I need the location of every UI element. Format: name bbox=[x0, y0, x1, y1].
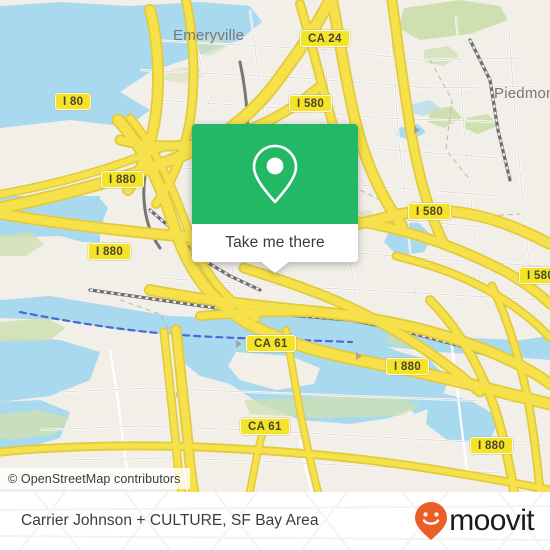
moovit-logo[interactable]: moovit bbox=[414, 501, 535, 541]
moovit-smiley-pin-icon bbox=[415, 502, 448, 540]
highway-shield-ca61-a[interactable]: CA 61 bbox=[246, 335, 296, 352]
popup-header bbox=[192, 124, 358, 224]
place-title: Carrier Johnson + CULTURE, SF Bay Area bbox=[21, 512, 319, 529]
highway-shield-i580-edge[interactable]: I 580 bbox=[519, 267, 550, 284]
map-pin-icon bbox=[252, 144, 298, 204]
osm-attribution-text: © OpenStreetMap contributors bbox=[8, 471, 181, 486]
moovit-wordmark: moovit bbox=[449, 504, 534, 537]
highway-shield-i580-mid[interactable]: I 580 bbox=[408, 203, 452, 220]
popup-action-bar[interactable]: Take me there bbox=[192, 224, 358, 262]
highway-shield-i880-c[interactable]: I 880 bbox=[386, 358, 430, 375]
take-me-there-label: Take me there bbox=[225, 234, 325, 251]
highway-shield-i880-a[interactable]: I 880 bbox=[101, 171, 145, 188]
highway-shield-ca24[interactable]: CA 24 bbox=[300, 30, 350, 47]
map-canvas[interactable]: Emeryville Piedmont I 80 CA 24 I 580 I 8… bbox=[0, 0, 550, 492]
highway-shield-i580-top[interactable]: I 580 bbox=[289, 95, 333, 112]
highway-shield-i880-d[interactable]: I 880 bbox=[470, 437, 514, 454]
popup-pointer-tail bbox=[260, 261, 290, 273]
highway-shield-i80[interactable]: I 80 bbox=[55, 93, 92, 110]
highway-shield-i880-b[interactable]: I 880 bbox=[88, 243, 132, 260]
map-share-page: Emeryville Piedmont I 80 CA 24 I 580 I 8… bbox=[0, 0, 550, 550]
osm-attribution[interactable]: © OpenStreetMap contributors bbox=[0, 468, 190, 489]
location-popup-card[interactable]: Take me there bbox=[192, 124, 358, 273]
footer-bar: Carrier Johnson + CULTURE, SF Bay Area m… bbox=[0, 492, 550, 550]
highway-shield-ca61-b[interactable]: CA 61 bbox=[240, 418, 290, 435]
